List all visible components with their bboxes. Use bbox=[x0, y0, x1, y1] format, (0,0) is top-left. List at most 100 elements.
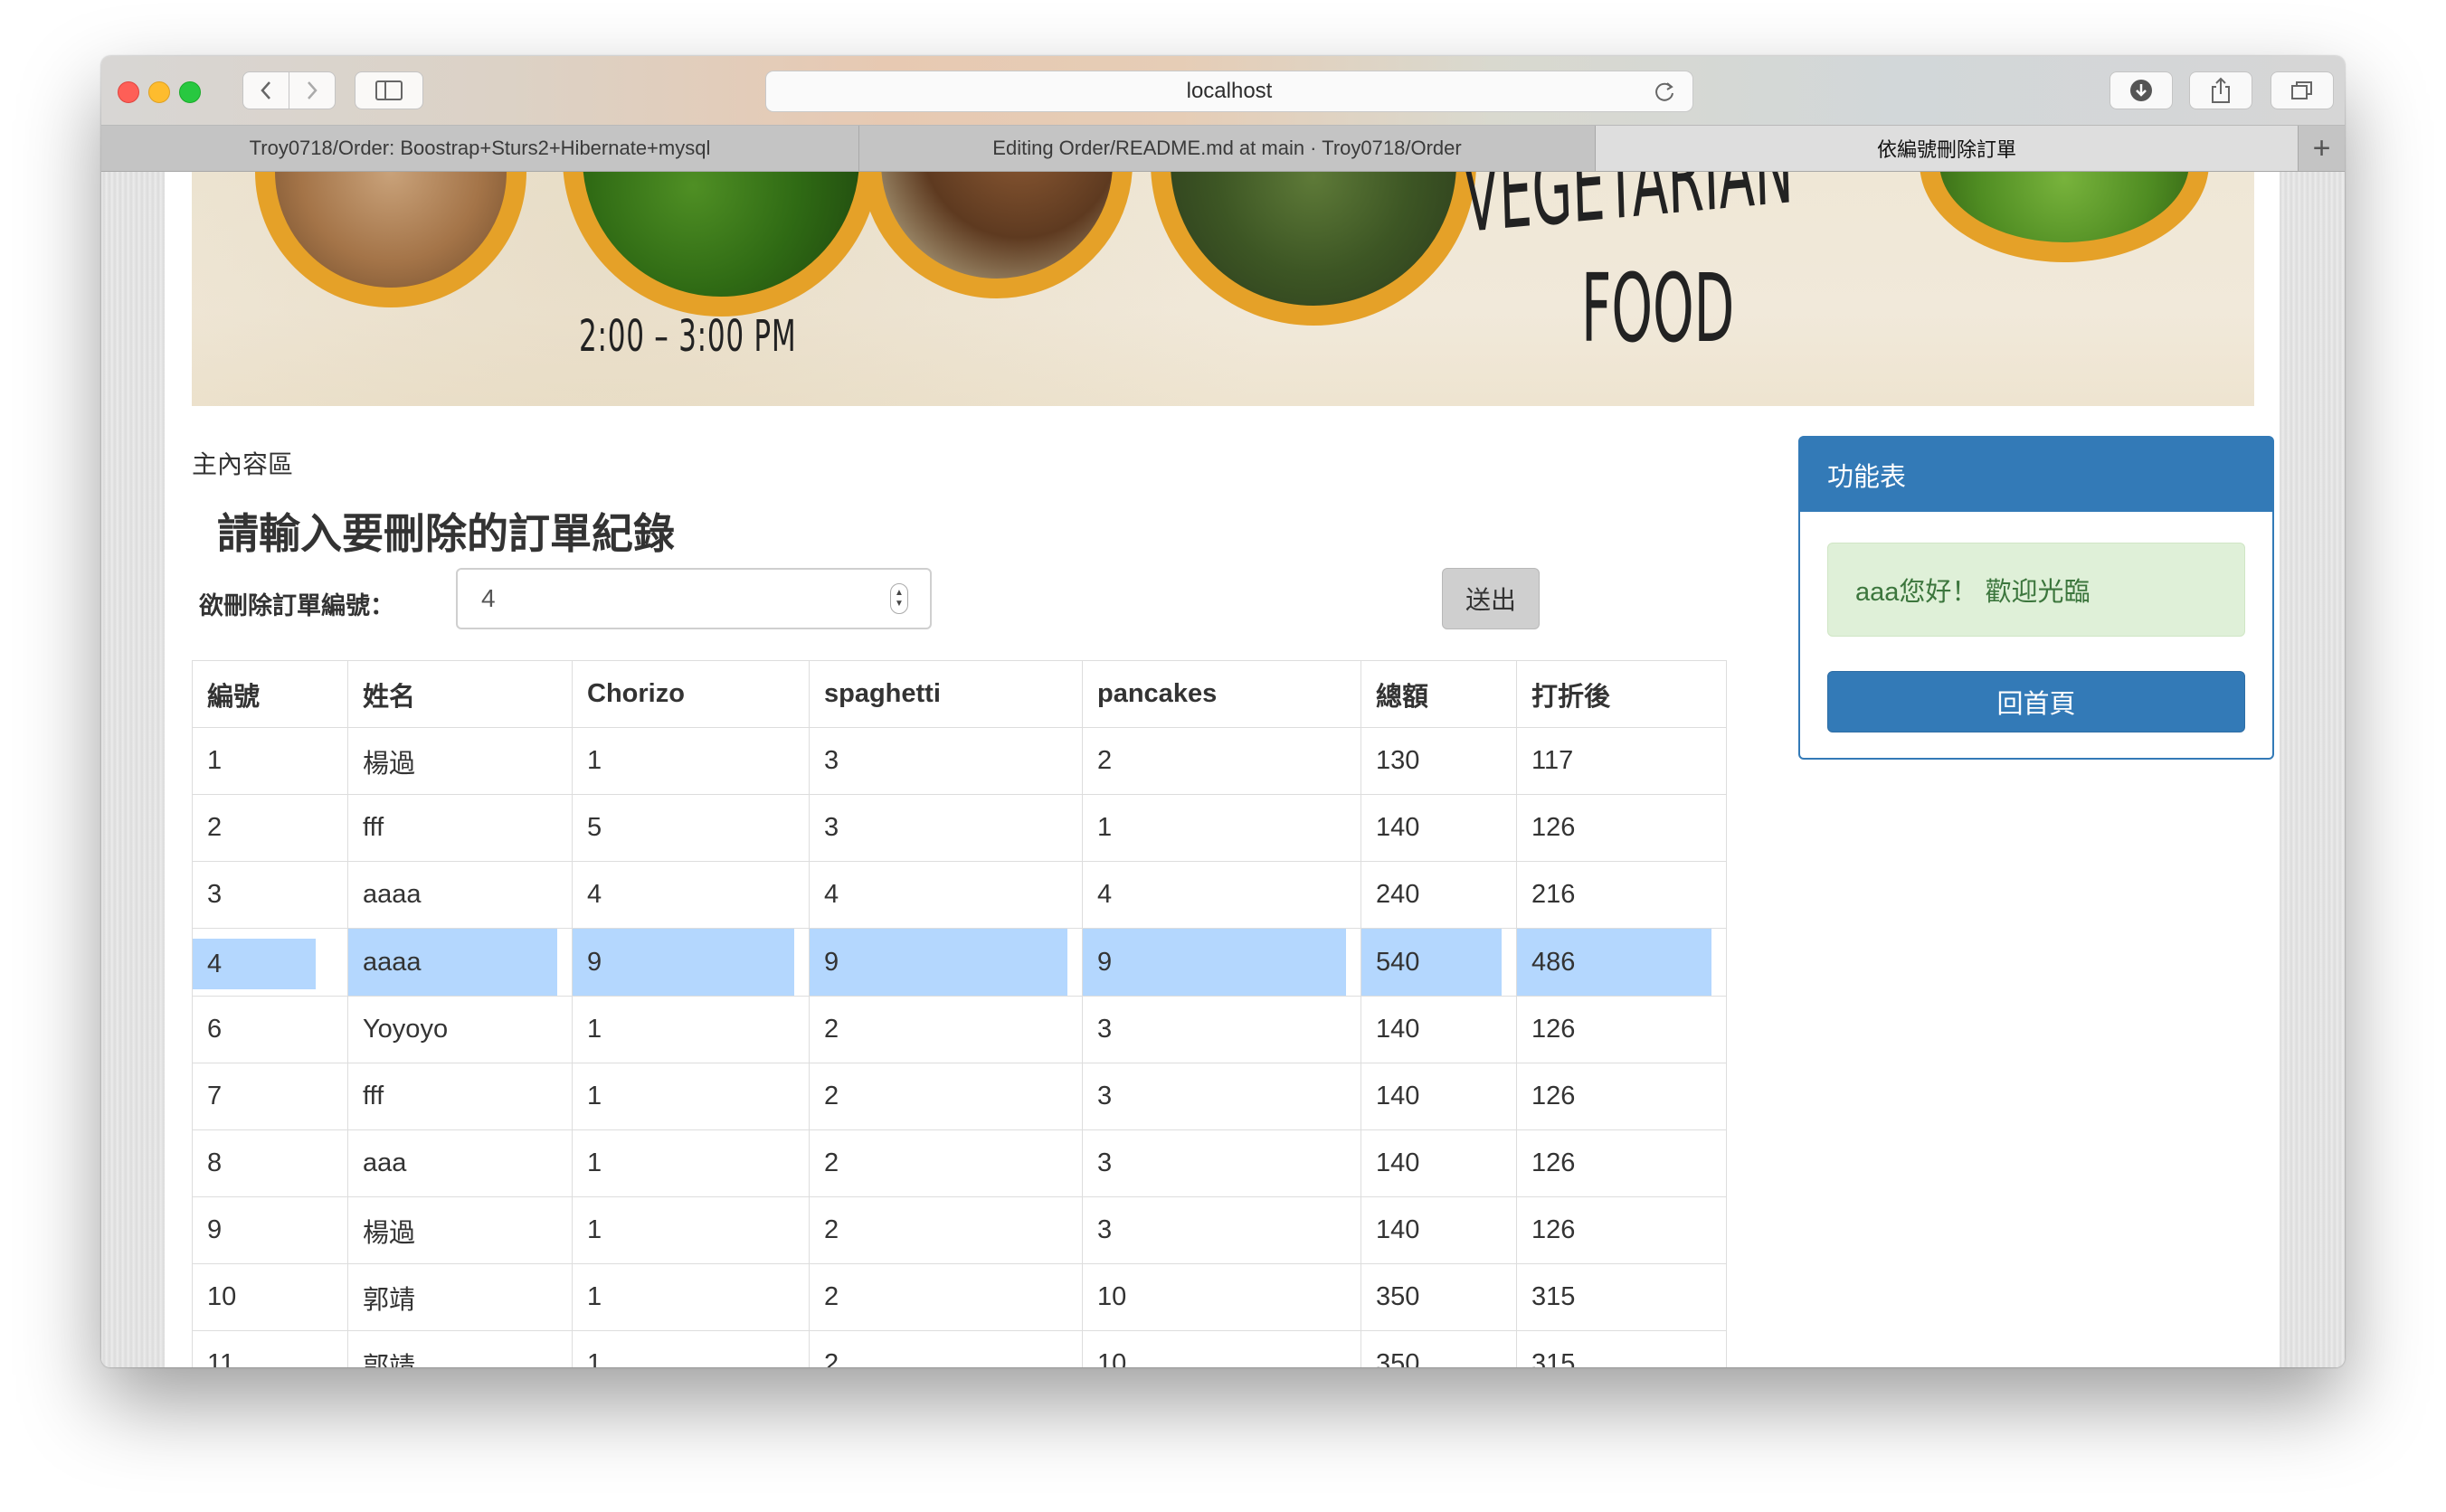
food-photo-2 bbox=[563, 172, 879, 317]
page-container: 2:00 – 3:00 PM VEGETARIAN FOOD 主內容區 請輸入要… bbox=[165, 172, 2280, 1367]
cell-value: 4 bbox=[1097, 880, 1113, 909]
tab-repo[interactable]: Troy0718/Order: Boostrap+Sturs2+Hibernat… bbox=[101, 126, 859, 171]
table-cell: 4 bbox=[1082, 861, 1361, 929]
cell-value: 1 bbox=[587, 1148, 602, 1177]
table-row: 6 Yoyoyo 1 2 3 140 126 bbox=[192, 996, 1727, 1063]
cell-value: 2 bbox=[824, 1215, 839, 1244]
address-bar[interactable]: localhost bbox=[765, 71, 1693, 112]
table-cell: 4 bbox=[572, 861, 810, 929]
cell-value: 9 bbox=[1083, 929, 1346, 996]
table-cell: 1 bbox=[572, 996, 810, 1063]
cell-value: 郭靖 bbox=[363, 1285, 416, 1315]
tab-readme[interactable]: Editing Order/README.md at main · Troy07… bbox=[859, 126, 1596, 171]
table-row: 4 aaaa 9 9 9 540 486 bbox=[192, 928, 1727, 997]
table-cell: 126 bbox=[1516, 996, 1727, 1063]
table-cell: aaaa bbox=[347, 928, 573, 997]
cell-value: 1 bbox=[587, 1215, 602, 1244]
column-header-name[interactable]: 姓名 bbox=[347, 660, 573, 728]
cell-value: fff bbox=[363, 813, 384, 842]
column-header-chorizo[interactable]: Chorizo bbox=[572, 660, 810, 728]
table-cell: 8 bbox=[192, 1129, 348, 1197]
cell-value: 2 bbox=[207, 813, 223, 842]
cell-value: 3 bbox=[1097, 1082, 1113, 1110]
cell-value: 郭靖 bbox=[363, 1352, 416, 1368]
downloads-button[interactable] bbox=[2109, 71, 2173, 109]
number-spinner-icon[interactable]: ▲ ▼ bbox=[890, 583, 908, 614]
submit-button[interactable]: 送出 bbox=[1442, 568, 1540, 629]
cell-value: 9 bbox=[810, 929, 1067, 996]
cell-value: 1 bbox=[207, 746, 223, 775]
banner-heading-line1: VEGETARIAN bbox=[1462, 172, 1796, 255]
cell-value: 2 bbox=[824, 1148, 839, 1177]
table-cell: 126 bbox=[1516, 794, 1727, 862]
minimize-window-button[interactable] bbox=[148, 81, 170, 103]
food-photo-4 bbox=[1151, 172, 1476, 326]
cell-value: 3 bbox=[1097, 1148, 1113, 1177]
table-cell: 1 bbox=[572, 727, 810, 795]
cell-value: 2 bbox=[824, 1082, 839, 1110]
cell-value: 140 bbox=[1376, 813, 1420, 842]
sidebar-icon bbox=[375, 80, 403, 100]
cell-value: 140 bbox=[1376, 1082, 1420, 1110]
table-cell: 350 bbox=[1360, 1263, 1517, 1331]
cell-value: 540 bbox=[1361, 929, 1502, 996]
table-cell: 126 bbox=[1516, 1129, 1727, 1197]
cell-value: 140 bbox=[1376, 1148, 1420, 1177]
table-row: 8 aaa 1 2 3 140 126 bbox=[192, 1129, 1727, 1197]
cell-value: 126 bbox=[1531, 1082, 1576, 1110]
close-window-button[interactable] bbox=[118, 81, 139, 103]
sidebar-toggle-button[interactable] bbox=[355, 71, 423, 109]
table-cell: aaa bbox=[347, 1129, 573, 1197]
share-button[interactable] bbox=[2189, 71, 2252, 109]
tab-overview-button[interactable] bbox=[2271, 71, 2334, 109]
table-cell: 4 bbox=[809, 861, 1083, 929]
table-cell: 1 bbox=[572, 1196, 810, 1264]
order-id-input[interactable]: 4 ▲ ▼ bbox=[456, 568, 932, 629]
tab-label: Troy0718/Order: Boostrap+Sturs2+Hibernat… bbox=[249, 137, 711, 159]
table-cell: 9 bbox=[1082, 928, 1361, 997]
back-button[interactable] bbox=[242, 71, 289, 109]
column-header-discounted[interactable]: 打折後 bbox=[1516, 660, 1727, 728]
table-cell: 10 bbox=[192, 1263, 348, 1331]
zoom-window-button[interactable] bbox=[179, 81, 201, 103]
cell-value: 4 bbox=[193, 939, 316, 989]
column-header-total[interactable]: 總額 bbox=[1360, 660, 1517, 728]
column-header-id[interactable]: 編號 bbox=[192, 660, 348, 728]
cell-value: fff bbox=[363, 1082, 384, 1110]
table-cell: 2 bbox=[809, 1129, 1083, 1197]
table-cell: 126 bbox=[1516, 1063, 1727, 1130]
table-cell: 1 bbox=[192, 727, 348, 795]
cell-value: 126 bbox=[1531, 1015, 1576, 1044]
cell-value: 4 bbox=[824, 880, 839, 909]
tab-delete-order[interactable]: 依編號刪除訂單 bbox=[1596, 126, 2298, 171]
cell-value: 3 bbox=[824, 746, 839, 775]
orders-table: 編號 姓名 Chorizo spaghetti pancakes 總額 打折後 … bbox=[192, 660, 1727, 1367]
cell-value: 10 bbox=[1097, 1349, 1127, 1367]
cell-value: 3 bbox=[1097, 1015, 1113, 1044]
column-header-pancakes[interactable]: pancakes bbox=[1082, 660, 1361, 728]
cell-value: 10 bbox=[1097, 1282, 1127, 1311]
cell-value: 2 bbox=[1097, 746, 1113, 775]
cell-value: 1 bbox=[587, 1015, 602, 1044]
banner-heading-line2: FOOD bbox=[1581, 253, 1735, 364]
cell-value: 7 bbox=[207, 1082, 223, 1110]
reload-icon[interactable] bbox=[1653, 80, 1676, 109]
forward-button[interactable] bbox=[289, 71, 336, 109]
table-cell: 2 bbox=[809, 1063, 1083, 1130]
cell-value: 240 bbox=[1376, 880, 1420, 909]
column-header-spaghetti[interactable]: spaghetti bbox=[809, 660, 1083, 728]
new-tab-button[interactable]: + bbox=[2298, 126, 2345, 171]
chevron-right-icon bbox=[308, 81, 318, 99]
page-viewport: 2:00 – 3:00 PM VEGETARIAN FOOD 主內容區 請輸入要… bbox=[101, 172, 2345, 1367]
table-cell: 3 bbox=[809, 794, 1083, 862]
cell-value: 3 bbox=[824, 813, 839, 842]
table-row: 10 郭靖 1 2 10 350 315 bbox=[192, 1263, 1727, 1331]
cell-value: 486 bbox=[1517, 929, 1711, 996]
cell-value: 11 bbox=[207, 1349, 235, 1367]
table-row: 1 楊過 1 3 2 130 117 bbox=[192, 727, 1727, 795]
table-cell: 9 bbox=[809, 928, 1083, 997]
page-title: 請輸入要刪除的訂單紀錄 bbox=[217, 510, 675, 557]
cell-value: 1 bbox=[1097, 813, 1113, 842]
plus-icon: + bbox=[2312, 130, 2331, 165]
home-button[interactable]: 回首頁 bbox=[1827, 671, 2245, 732]
